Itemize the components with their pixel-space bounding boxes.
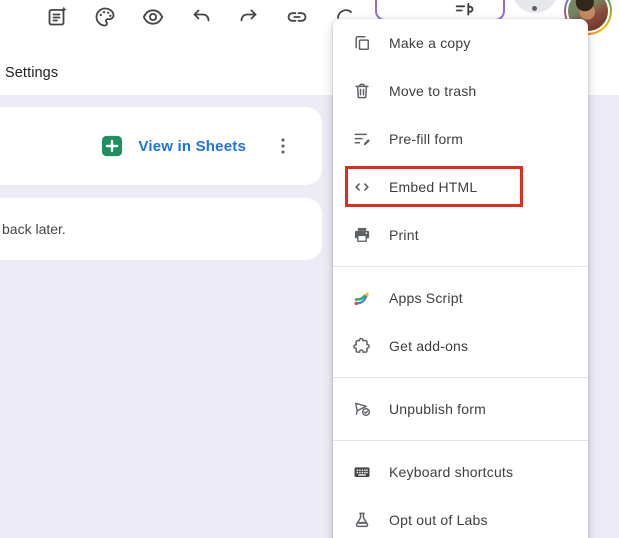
message-card: back later.: [0, 198, 322, 260]
menu-group-misc: Keyboard shortcuts Opt out of Labs: [333, 448, 588, 538]
google-forms-window: Settings View in Sheets back later. Make…: [0, 0, 619, 538]
menu-group-publish: Unpublish form: [333, 385, 588, 433]
menu-item-unpublish-form[interactable]: Unpublish form: [333, 385, 588, 433]
menu-item-embed-html[interactable]: Embed HTML: [333, 163, 588, 211]
more-options-menu: Make a copy Move to trash Pre-fill form: [333, 19, 588, 538]
copy-icon: [355, 36, 369, 51]
menu-item-label: Keyboard shortcuts: [389, 464, 514, 480]
print-icon: [354, 227, 370, 242]
prefill-icon: [354, 133, 370, 146]
menu-item-label: Make a copy: [389, 35, 471, 51]
undo-icon[interactable]: [189, 5, 213, 29]
menu-item-opt-out-of-labs[interactable]: Opt out of Labs: [333, 496, 588, 538]
menu-divider: [333, 266, 588, 267]
view-in-sheets-label: View in Sheets: [138, 137, 246, 155]
menu-item-label: Unpublish form: [389, 401, 486, 417]
sheets-icon: [101, 135, 123, 157]
redo-icon[interactable]: [237, 5, 261, 29]
preview-eye-icon[interactable]: [141, 5, 165, 29]
menu-item-label: Pre-fill form: [389, 131, 464, 147]
publish-button-glyph: [455, 2, 475, 19]
menu-item-apps-script[interactable]: Apps Script: [333, 274, 588, 322]
embed-code-icon: [355, 183, 369, 191]
publish-button[interactable]: [375, 0, 505, 21]
menu-item-make-a-copy[interactable]: Make a copy: [333, 19, 588, 67]
menu-divider: [333, 377, 588, 378]
menu-item-keyboard-shortcuts[interactable]: Keyboard shortcuts: [333, 448, 588, 496]
menu-item-label: Get add-ons: [389, 338, 469, 354]
keyboard-icon: [354, 467, 370, 477]
responses-card: View in Sheets: [0, 107, 322, 185]
top-toolbar: [45, 5, 309, 29]
unpublish-icon: [355, 402, 371, 417]
tab-settings[interactable]: Settings: [5, 65, 58, 81]
account-circle-partial[interactable]: [512, 0, 558, 13]
menu-group-extensions: Apps Script Get add-ons: [333, 274, 588, 370]
menu-item-label: Embed HTML: [389, 179, 478, 195]
labs-flask-icon: [355, 512, 369, 528]
menu-item-label: Opt out of Labs: [389, 512, 488, 528]
menu-divider: [333, 440, 588, 441]
apps-script-icon: [354, 292, 369, 306]
kebab-menu-icon[interactable]: [272, 135, 294, 157]
menu-item-prefill-form[interactable]: Pre-fill form: [333, 115, 588, 163]
theme-palette-icon[interactable]: [93, 5, 117, 29]
copy-link-icon[interactable]: [285, 5, 309, 29]
addons-puzzle-icon: [353, 337, 370, 353]
trash-icon: [355, 83, 369, 99]
menu-item-move-to-trash[interactable]: Move to trash: [333, 67, 588, 115]
create-form-sparkle-icon[interactable]: [45, 5, 69, 29]
menu-item-print[interactable]: Print: [333, 211, 588, 259]
menu-item-label: Move to trash: [389, 83, 477, 99]
account-circle-dot: [532, 6, 537, 11]
message-text: back later.: [2, 221, 66, 237]
view-in-sheets-button[interactable]: View in Sheets: [101, 135, 246, 157]
menu-item-get-add-ons[interactable]: Get add-ons: [333, 322, 588, 370]
menu-group-file: Make a copy Move to trash Pre-fill form: [333, 19, 588, 259]
menu-item-label: Apps Script: [389, 290, 463, 306]
menu-item-label: Print: [389, 227, 419, 243]
